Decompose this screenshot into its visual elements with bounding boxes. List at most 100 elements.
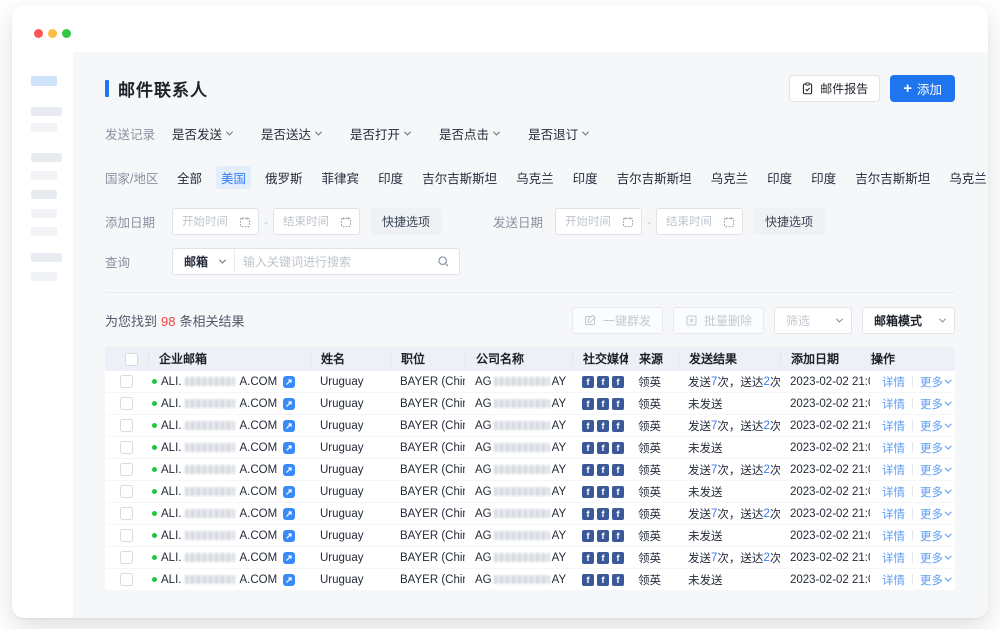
filter-dropdown[interactable]: 是否发送 <box>172 124 232 143</box>
country-tag[interactable]: 全部 <box>172 166 207 189</box>
copy-icon[interactable] <box>283 508 295 520</box>
detail-link[interactable]: 详情 <box>882 528 905 544</box>
detail-link[interactable]: 详情 <box>882 374 905 390</box>
facebook-icon[interactable]: f <box>597 552 609 564</box>
row-checkbox[interactable] <box>120 485 133 498</box>
email-report-button[interactable]: 邮件报告 <box>789 75 880 102</box>
detail-link[interactable]: 详情 <box>882 418 905 434</box>
end-time-field[interactable] <box>666 216 719 228</box>
country-tag[interactable]: 印度 <box>806 166 841 189</box>
send-date-start-input[interactable] <box>555 208 642 235</box>
detail-link[interactable]: 详情 <box>882 440 905 456</box>
sidebar-item[interactable] <box>31 227 57 236</box>
start-time-field[interactable] <box>565 216 618 228</box>
facebook-icon[interactable]: f <box>582 376 594 388</box>
more-link[interactable]: 更多 <box>920 396 951 412</box>
sidebar-item[interactable] <box>31 190 57 199</box>
send-date-end-input[interactable] <box>656 208 743 235</box>
country-tag[interactable]: 吉尔吉斯斯坦 <box>612 166 697 189</box>
detail-link[interactable]: 详情 <box>882 462 905 478</box>
facebook-icon[interactable]: f <box>582 530 594 542</box>
more-link[interactable]: 更多 <box>920 550 951 566</box>
facebook-icon[interactable]: f <box>612 398 624 410</box>
more-link[interactable]: 更多 <box>920 572 951 588</box>
country-tag[interactable]: 吉尔吉斯斯坦 <box>850 166 935 189</box>
sidebar-item[interactable] <box>31 253 62 262</box>
facebook-icon[interactable]: f <box>612 552 624 564</box>
detail-link[interactable]: 详情 <box>882 550 905 566</box>
facebook-icon[interactable]: f <box>597 442 609 454</box>
detail-link[interactable]: 详情 <box>882 506 905 522</box>
row-checkbox[interactable] <box>120 375 133 388</box>
sidebar-item[interactable] <box>31 171 57 180</box>
filter-select[interactable]: 筛选 <box>774 307 852 334</box>
copy-icon[interactable] <box>283 574 295 586</box>
facebook-icon[interactable]: f <box>582 486 594 498</box>
facebook-icon[interactable]: f <box>582 574 594 586</box>
country-tag[interactable]: 印度 <box>373 166 408 189</box>
sidebar-item-active[interactable] <box>31 76 57 86</box>
copy-icon[interactable] <box>283 464 295 476</box>
row-checkbox[interactable] <box>120 551 133 564</box>
country-tag[interactable]: 俄罗斯 <box>260 166 308 189</box>
more-link[interactable]: 更多 <box>920 528 951 544</box>
row-checkbox[interactable] <box>120 529 133 542</box>
more-link[interactable]: 更多 <box>920 374 951 390</box>
sidebar-item[interactable] <box>31 209 57 218</box>
sidebar-item[interactable] <box>31 123 57 132</box>
search-input[interactable] <box>235 255 437 269</box>
row-checkbox[interactable] <box>120 441 133 454</box>
facebook-icon[interactable]: f <box>612 574 624 586</box>
row-checkbox[interactable] <box>120 419 133 432</box>
facebook-icon[interactable]: f <box>597 574 609 586</box>
facebook-icon[interactable]: f <box>612 508 624 520</box>
copy-icon[interactable] <box>283 486 295 498</box>
facebook-icon[interactable]: f <box>612 376 624 388</box>
facebook-icon[interactable]: f <box>612 530 624 542</box>
facebook-icon[interactable]: f <box>597 376 609 388</box>
facebook-icon[interactable]: f <box>582 464 594 476</box>
copy-icon[interactable] <box>283 420 295 432</box>
query-field-select[interactable]: 邮箱 <box>173 249 235 274</box>
more-link[interactable]: 更多 <box>920 506 951 522</box>
facebook-icon[interactable]: f <box>612 464 624 476</box>
sidebar-item[interactable] <box>31 153 62 162</box>
facebook-icon[interactable]: f <box>597 508 609 520</box>
start-time-field[interactable] <box>182 216 235 228</box>
quick-options-button[interactable]: 快捷选项 <box>370 208 442 235</box>
row-checkbox[interactable] <box>120 397 133 410</box>
facebook-icon[interactable]: f <box>582 420 594 432</box>
detail-link[interactable]: 详情 <box>882 396 905 412</box>
detail-link[interactable]: 详情 <box>882 572 905 588</box>
copy-icon[interactable] <box>283 552 295 564</box>
facebook-icon[interactable]: f <box>582 552 594 564</box>
row-checkbox[interactable] <box>120 507 133 520</box>
facebook-icon[interactable]: f <box>597 486 609 498</box>
more-link[interactable]: 更多 <box>920 440 951 456</box>
mailbox-mode-select[interactable]: 邮箱模式 <box>862 307 955 334</box>
filter-dropdown[interactable]: 是否退订 <box>528 124 588 143</box>
facebook-icon[interactable]: f <box>612 486 624 498</box>
facebook-icon[interactable]: f <box>597 420 609 432</box>
facebook-icon[interactable]: f <box>612 420 624 432</box>
copy-icon[interactable] <box>283 530 295 542</box>
more-link[interactable]: 更多 <box>920 462 951 478</box>
detail-link[interactable]: 详情 <box>882 484 905 500</box>
filter-dropdown[interactable]: 是否打开 <box>350 124 410 143</box>
more-link[interactable]: 更多 <box>920 418 951 434</box>
sidebar-item[interactable] <box>31 272 57 281</box>
copy-icon[interactable] <box>283 398 295 410</box>
add-button[interactable]: + 添加 <box>890 75 955 102</box>
facebook-icon[interactable]: f <box>582 442 594 454</box>
facebook-icon[interactable]: f <box>597 464 609 476</box>
country-tag[interactable]: 美国 <box>216 166 251 189</box>
minimize-window-button[interactable] <box>48 29 57 38</box>
search-icon[interactable] <box>437 255 450 268</box>
country-tag[interactable]: 乌克兰 <box>706 166 754 189</box>
maximize-window-button[interactable] <box>62 29 71 38</box>
facebook-icon[interactable]: f <box>597 530 609 542</box>
copy-icon[interactable] <box>283 442 295 454</box>
quick-options-button[interactable]: 快捷选项 <box>753 208 825 235</box>
sidebar-item[interactable] <box>31 107 62 116</box>
facebook-icon[interactable]: f <box>582 398 594 410</box>
